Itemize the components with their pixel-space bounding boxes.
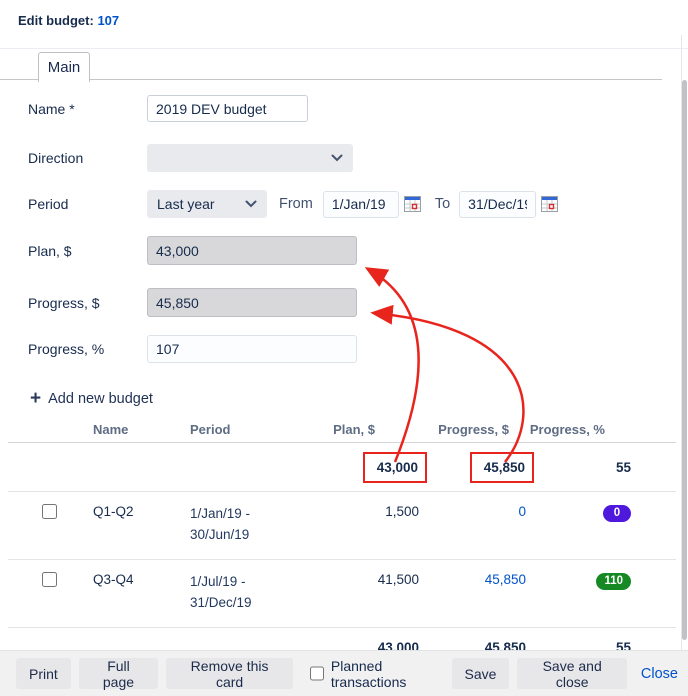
sub-budgets-table: Name Period Plan, $ Progress, $ Progress… bbox=[8, 416, 676, 668]
table-header-row: Name Period Plan, $ Progress, $ Progress… bbox=[8, 416, 676, 443]
budget-id-link[interactable]: 107 bbox=[97, 13, 119, 28]
highlight-box-plan: 43,000 bbox=[363, 452, 427, 483]
row-progress-link[interactable]: 0 bbox=[518, 504, 526, 519]
row-plan: 1,500 bbox=[290, 492, 420, 560]
row-plan: 41,500 bbox=[290, 560, 420, 628]
row-name: Q1-Q2 bbox=[80, 492, 180, 560]
direction-row: Direction bbox=[28, 144, 688, 172]
close-link[interactable]: Close bbox=[641, 666, 678, 682]
add-new-budget-button[interactable]: + Add new budget bbox=[30, 389, 688, 409]
plan-row: Plan, $ bbox=[28, 236, 688, 265]
plan-input bbox=[147, 236, 357, 265]
tab-main[interactable]: Main bbox=[38, 52, 90, 82]
edit-budget-dialog: Edit budget: 107 Main Name * Direction P… bbox=[0, 0, 688, 696]
row-period: 1/Jul/19 -31/Dec/19 bbox=[180, 560, 290, 628]
progress-percent-row: Progress, % bbox=[28, 335, 688, 363]
header-plan: Plan, $ bbox=[290, 416, 420, 443]
period-preset-select[interactable]: Last year bbox=[147, 190, 267, 218]
add-new-budget-label: Add new budget bbox=[48, 391, 153, 407]
totals-percent: 55 bbox=[527, 443, 676, 492]
direction-select[interactable] bbox=[147, 144, 353, 172]
checkbox-column-header bbox=[8, 416, 80, 443]
period-label: Period bbox=[28, 196, 147, 212]
save-button[interactable]: Save bbox=[452, 658, 510, 689]
planned-transactions-label: Planned transactions bbox=[331, 658, 452, 690]
footer-bar: Print Full page Remove this card Planned… bbox=[0, 650, 688, 696]
totals-plan: 43,000 bbox=[377, 460, 418, 475]
header-name: Name bbox=[80, 416, 180, 443]
table-row: Q1-Q2 1/Jan/19 -30/Jun/19 1,500 0 0 bbox=[8, 492, 676, 560]
tab-bar: Main bbox=[0, 48, 688, 80]
to-date-input[interactable] bbox=[459, 191, 536, 218]
progress-amount-row: Progress, $ bbox=[28, 288, 688, 317]
direction-label: Direction bbox=[28, 150, 147, 166]
period-preset-value: Last year bbox=[157, 196, 215, 212]
name-row: Name * bbox=[28, 95, 688, 122]
planned-transactions-checkbox[interactable] bbox=[310, 666, 324, 681]
row-period: 1/Jan/19 -30/Jun/19 bbox=[180, 492, 290, 560]
header-progress: Progress, $ bbox=[420, 416, 527, 443]
progress-badge: 0 bbox=[603, 505, 631, 522]
remove-card-button[interactable]: Remove this card bbox=[166, 658, 293, 689]
chevron-down-icon bbox=[245, 200, 257, 208]
row-checkbox[interactable] bbox=[42, 572, 57, 587]
chevron-down-icon bbox=[331, 154, 343, 162]
budget-form: Name * Direction Period Last year From bbox=[0, 80, 688, 363]
progress-badge: 110 bbox=[596, 573, 631, 590]
progress-amount-input bbox=[147, 288, 357, 317]
totals-progress: 45,850 bbox=[484, 460, 525, 475]
calendar-icon[interactable] bbox=[404, 196, 421, 212]
page-title-label: Edit budget: bbox=[18, 13, 94, 28]
header-period: Period bbox=[180, 416, 290, 443]
full-page-button[interactable]: Full page bbox=[79, 658, 158, 689]
calendar-icon[interactable] bbox=[541, 196, 558, 212]
name-label: Name * bbox=[28, 101, 147, 117]
totals-top-row: 43,000 45,850 55 bbox=[8, 443, 676, 492]
progress-percent-input[interactable] bbox=[147, 335, 357, 363]
row-progress-link[interactable]: 45,850 bbox=[485, 572, 526, 587]
print-button[interactable]: Print bbox=[16, 658, 71, 689]
save-and-close-button[interactable]: Save and close bbox=[517, 658, 626, 689]
progress-amount-label: Progress, $ bbox=[28, 295, 147, 311]
planned-transactions-toggle: Planned transactions bbox=[310, 658, 451, 690]
highlight-box-progress: 45,850 bbox=[470, 452, 534, 483]
row-checkbox[interactable] bbox=[42, 504, 57, 519]
table-row: Q3-Q4 1/Jul/19 -31/Dec/19 41,500 45,850 … bbox=[8, 560, 676, 628]
from-date-input[interactable] bbox=[323, 191, 399, 218]
page-title: Edit budget: 107 bbox=[0, 0, 688, 48]
scrollbar-thumb[interactable] bbox=[682, 80, 687, 640]
plus-icon: + bbox=[30, 391, 41, 407]
to-label: To bbox=[435, 196, 450, 212]
name-input[interactable] bbox=[147, 95, 308, 122]
from-label: From bbox=[279, 196, 313, 212]
plan-label: Plan, $ bbox=[28, 243, 147, 259]
header-percent: Progress, % bbox=[527, 416, 676, 443]
progress-percent-label: Progress, % bbox=[28, 341, 147, 357]
period-row: Period Last year From To bbox=[28, 190, 688, 218]
tab-underline bbox=[0, 79, 662, 80]
row-name: Q3-Q4 bbox=[80, 560, 180, 628]
